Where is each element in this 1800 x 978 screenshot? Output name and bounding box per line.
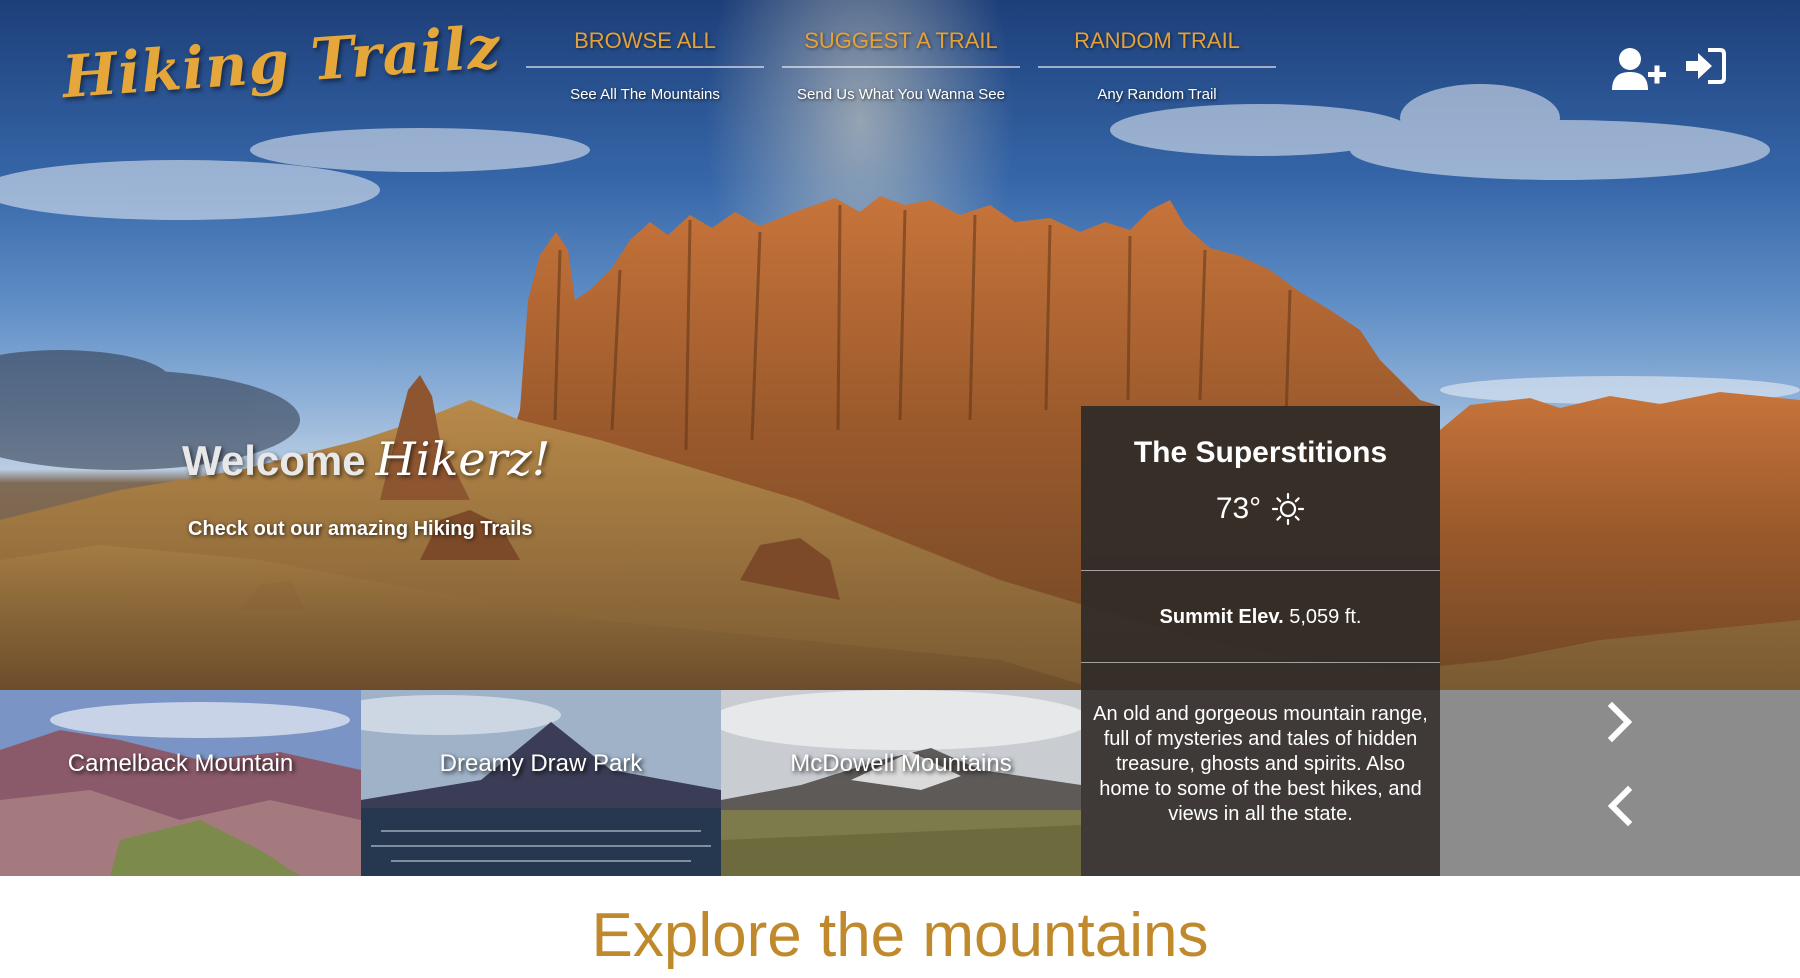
trail-name-camelback[interactable]: Camelback Mountain bbox=[0, 750, 361, 778]
sign-in-icon[interactable] bbox=[1684, 46, 1726, 94]
nav-browse-all[interactable]: BROWSE ALL See All The Mountains bbox=[526, 22, 764, 103]
welcome-script: Hikerz! bbox=[375, 432, 551, 486]
nav-suggest-trail-title[interactable]: SUGGEST A TRAIL bbox=[782, 22, 1020, 68]
explore-heading: Explore the mountains bbox=[591, 901, 1209, 970]
weather-readout: 73° bbox=[1081, 492, 1440, 526]
nav-suggest-trail-subtitle[interactable]: Send Us What You Wanna See bbox=[782, 86, 1020, 103]
trail-card-mcdowell[interactable]: McDowell Mountains bbox=[721, 690, 1081, 876]
elevation-label: Summit Elev. bbox=[1159, 606, 1284, 628]
nav-suggest-trail[interactable]: SUGGEST A TRAIL Send Us What You Wanna S… bbox=[782, 22, 1020, 103]
trail-name-dreamy-draw[interactable]: Dreamy Draw Park bbox=[361, 750, 721, 778]
welcome-heading: Welcome Hikerz! bbox=[182, 432, 550, 486]
trail-thumbnail-camelback bbox=[0, 690, 361, 876]
add-user-icon[interactable] bbox=[1610, 46, 1668, 94]
trail-thumbnail-dreamy-draw bbox=[361, 690, 721, 876]
nav-random-trail-title[interactable]: RANDOM TRAIL bbox=[1038, 22, 1276, 68]
welcome-word: Welcome bbox=[182, 437, 366, 484]
sun-icon bbox=[1272, 492, 1305, 526]
carousel-controls bbox=[1440, 690, 1800, 876]
nav-random-trail[interactable]: RANDOM TRAIL Any Random Trail bbox=[1038, 22, 1276, 103]
nav-browse-all-title[interactable]: BROWSE ALL bbox=[526, 22, 764, 68]
hero-banner: Hiking Trailz BROWSE ALL See All The Mou… bbox=[0, 0, 1800, 690]
hero-tagline: Check out our amazing Hiking Trails bbox=[188, 518, 533, 540]
main-navigation: BROWSE ALL See All The Mountains SUGGEST… bbox=[526, 22, 1276, 112]
card-divider-bottom bbox=[1081, 662, 1440, 663]
summit-elevation: Summit Elev. 5,059 ft. bbox=[1081, 606, 1440, 629]
card-divider-top bbox=[1081, 570, 1440, 571]
temperature-value: 73° bbox=[1215, 492, 1262, 525]
chevron-left-icon[interactable] bbox=[1600, 784, 1640, 828]
trail-thumbnail-mcdowell bbox=[721, 690, 1081, 876]
trail-card-dreamy-draw[interactable]: Dreamy Draw Park bbox=[361, 690, 721, 876]
chevron-right-icon[interactable] bbox=[1600, 700, 1640, 744]
trail-name-mcdowell[interactable]: McDowell Mountains bbox=[721, 750, 1081, 778]
featured-trail-description: An old and gorgeous mountain range, full… bbox=[1093, 703, 1428, 825]
nav-random-trail-subtitle[interactable]: Any Random Trail bbox=[1038, 86, 1276, 103]
featured-trail-card: The Superstitions 73° Summit Elev. 5,059… bbox=[1081, 406, 1440, 876]
elevation-value: 5,059 ft. bbox=[1289, 606, 1362, 628]
trail-card-camelback[interactable]: Camelback Mountain bbox=[0, 690, 361, 876]
nav-browse-all-subtitle[interactable]: See All The Mountains bbox=[526, 86, 764, 103]
featured-trail-name: The Superstitions bbox=[1133, 436, 1388, 469]
